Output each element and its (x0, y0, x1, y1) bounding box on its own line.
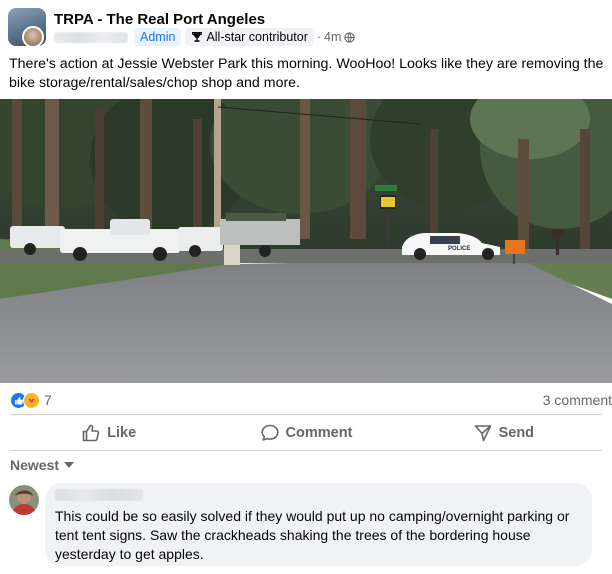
comment-count-link[interactable]: 3 comment (543, 392, 612, 408)
comment-bubble-icon (260, 424, 279, 441)
care-icon (23, 391, 40, 409)
separator: · (316, 30, 322, 44)
caret-down-icon (64, 462, 75, 468)
all-star-contributor-badge[interactable]: All-star contributor (185, 28, 314, 46)
comment-button[interactable]: Comment (207, 418, 404, 448)
admin-badge[interactable]: Admin (134, 28, 182, 46)
post-header: TRPA - The Real Port Angeles Admin All-s… (8, 8, 604, 50)
commenter-avatar[interactable] (9, 485, 39, 515)
globe-icon (344, 31, 356, 43)
post-text: There's action at Jessie Webster Park th… (9, 56, 604, 91)
post-time[interactable]: 4m (324, 30, 341, 44)
send-button[interactable]: Send (405, 418, 602, 448)
trophy-icon (192, 32, 203, 42)
reaction-count: 7 (44, 392, 52, 408)
group-name[interactable]: TRPA - The Real Port Angeles (54, 11, 265, 28)
send-label: Send (498, 425, 535, 441)
post-meta: Admin All-star contributor · 4m (54, 28, 356, 46)
park-photo: POLICE (0, 99, 612, 383)
divider (10, 414, 602, 415)
sort-label: Newest (10, 457, 60, 473)
commenter-name-redacted[interactable] (55, 489, 143, 501)
like-label: Like (107, 425, 137, 441)
author-name-redacted[interactable] (54, 31, 128, 43)
divider (10, 450, 602, 451)
comment-bubble: This could be so easily solved if they w… (45, 483, 592, 566)
reactions-summary[interactable]: 7 (10, 391, 52, 409)
comment-label: Comment (285, 425, 353, 441)
comment-text: This could be so easily solved if they w… (55, 508, 570, 562)
contributor-badge-label: All-star contributor (206, 30, 308, 44)
police-car-text: POLICE (448, 246, 470, 252)
post-image[interactable]: POLICE (0, 99, 612, 383)
comment-sort-dropdown[interactable]: Newest (10, 457, 75, 473)
like-button[interactable]: Like (10, 418, 207, 448)
send-icon (474, 425, 491, 442)
action-bar: Like Comment Send (10, 418, 602, 448)
thumbs-up-icon (82, 424, 100, 442)
author-avatar[interactable] (22, 26, 44, 48)
